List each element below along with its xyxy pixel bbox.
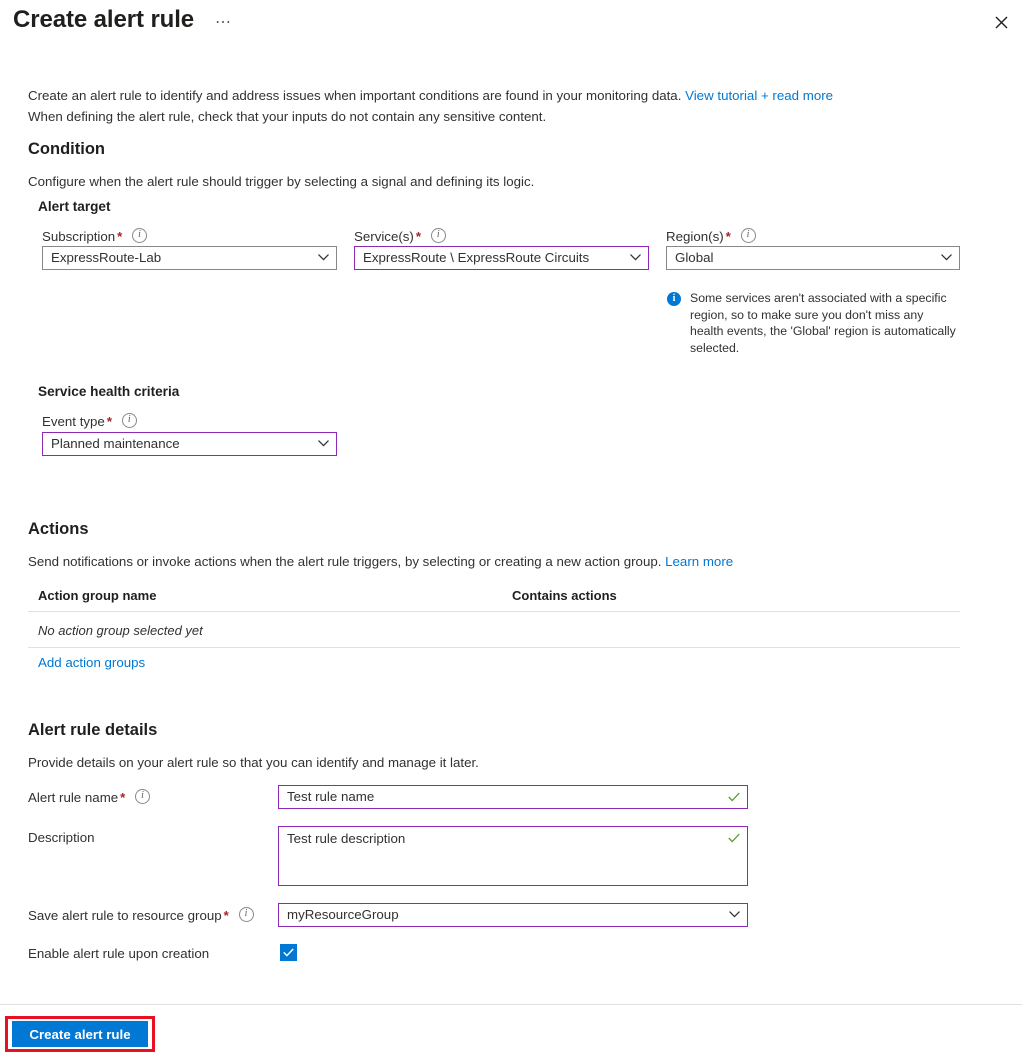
condition-heading: Condition [28,140,105,158]
blade-header: Create alert rule ⋯ [0,0,1022,48]
regions-value: Global [675,250,714,265]
condition-subtitle: Configure when the alert rule should tri… [28,174,535,189]
event-type-value: Planned maintenance [51,436,180,451]
alert-rule-details-subtitle: Provide details on your alert rule so th… [28,755,479,770]
description-textarea[interactable]: Test rule description [278,826,748,886]
checkmark-icon [283,948,294,957]
enable-alert-rule-label-text: Enable alert rule upon creation [28,946,210,961]
description-value: Test rule description [287,831,406,846]
services-value: ExpressRoute \ ExpressRoute Circuits [363,250,590,265]
services-required-marker: * [415,229,422,244]
subscription-info-icon[interactable] [132,227,148,243]
subscription-value: ExpressRoute-Lab [51,250,162,265]
regions-label: Region(s) * [666,227,756,244]
description-label-text: Description [28,830,95,845]
enable-alert-rule-checkbox[interactable] [280,944,297,961]
subscription-required-marker: * [117,229,123,244]
region-callout-text: Some services aren't associated with a s… [690,291,956,355]
learn-more-link[interactable]: Learn more [665,554,733,569]
column-header-action-group-name: Action group name [38,588,157,603]
alert-rule-name-label: Alert rule name * [28,788,151,805]
blade-body: Create an alert rule to identify and add… [0,48,1022,1004]
alert-rule-name-info-icon[interactable] [135,788,151,804]
event-type-info-icon[interactable] [121,412,137,428]
resource-group-required-marker: * [223,908,229,923]
intro-line2-text: When defining the alert rule, check that… [28,109,547,124]
regions-dropdown[interactable]: Global [666,246,960,270]
table-header-divider [28,611,960,612]
actions-subtitle: Send notifications or invoke actions whe… [28,552,988,571]
services-label: Service(s) * [354,227,446,244]
event-type-dropdown[interactable]: Planned maintenance [42,432,337,456]
resource-group-label: Save alert rule to resource group * [28,906,254,923]
actions-heading: Actions [28,520,89,538]
service-health-criteria-heading: Service health criteria [38,384,180,399]
resource-group-dropdown[interactable]: myResourceGroup [278,903,748,927]
event-type-label: Event type * [42,412,137,429]
more-options-icon[interactable]: ⋯ [211,13,236,33]
close-button[interactable] [986,8,1016,38]
table-empty-row: No action group selected yet [38,623,203,638]
resource-group-info-icon[interactable] [238,906,254,922]
services-label-text: Service(s) [354,229,414,244]
alert-rule-details-heading: Alert rule details [28,721,158,739]
footer-divider [0,1004,1022,1005]
chevron-down-icon [630,254,641,261]
close-icon [995,16,1007,29]
create-alert-rule-button[interactable]: Create alert rule [12,1021,148,1047]
valid-check-icon [728,833,740,843]
regions-required-marker: * [725,229,731,244]
description-label: Description [28,830,95,845]
table-row-divider [28,647,960,648]
alert-rule-name-required-marker: * [120,790,126,805]
resource-group-value: myResourceGroup [287,907,399,922]
event-type-label-text: Event type [42,414,105,429]
info-circle-icon [667,291,681,306]
event-type-required-marker: * [106,414,113,429]
alert-rule-name-label-text: Alert rule name [28,790,119,805]
actions-subtitle-text: Send notifications or invoke actions whe… [28,554,666,569]
column-header-contains-actions: Contains actions [512,588,617,603]
chevron-down-icon [318,440,329,447]
alert-rule-name-value: Test rule name [287,789,375,804]
services-info-icon[interactable] [430,227,446,243]
view-tutorial-link[interactable]: View tutorial + read more [685,88,833,103]
chevron-down-icon [941,254,952,261]
add-action-groups-link[interactable]: Add action groups [38,655,145,670]
chevron-down-icon [318,254,329,261]
chevron-down-icon [729,911,740,918]
alert-rule-name-input[interactable]: Test rule name [278,785,748,809]
resource-group-label-text: Save alert rule to resource group [28,908,222,923]
services-dropdown[interactable]: ExpressRoute \ ExpressRoute Circuits [354,246,649,270]
intro-paragraph: Create an alert rule to identify and add… [28,85,988,127]
regions-info-icon[interactable] [740,227,756,243]
page-title: Create alert rule [13,6,195,33]
valid-check-icon [728,792,740,802]
alert-target-heading: Alert target [38,199,111,214]
subscription-label: Subscription * [42,227,148,244]
enable-alert-rule-label: Enable alert rule upon creation [28,946,209,961]
regions-label-text: Region(s) [666,229,724,244]
subscription-dropdown[interactable]: ExpressRoute-Lab [42,246,337,270]
intro-line1-text: Create an alert rule to identify and add… [28,88,686,103]
subscription-label-text: Subscription [42,229,116,244]
